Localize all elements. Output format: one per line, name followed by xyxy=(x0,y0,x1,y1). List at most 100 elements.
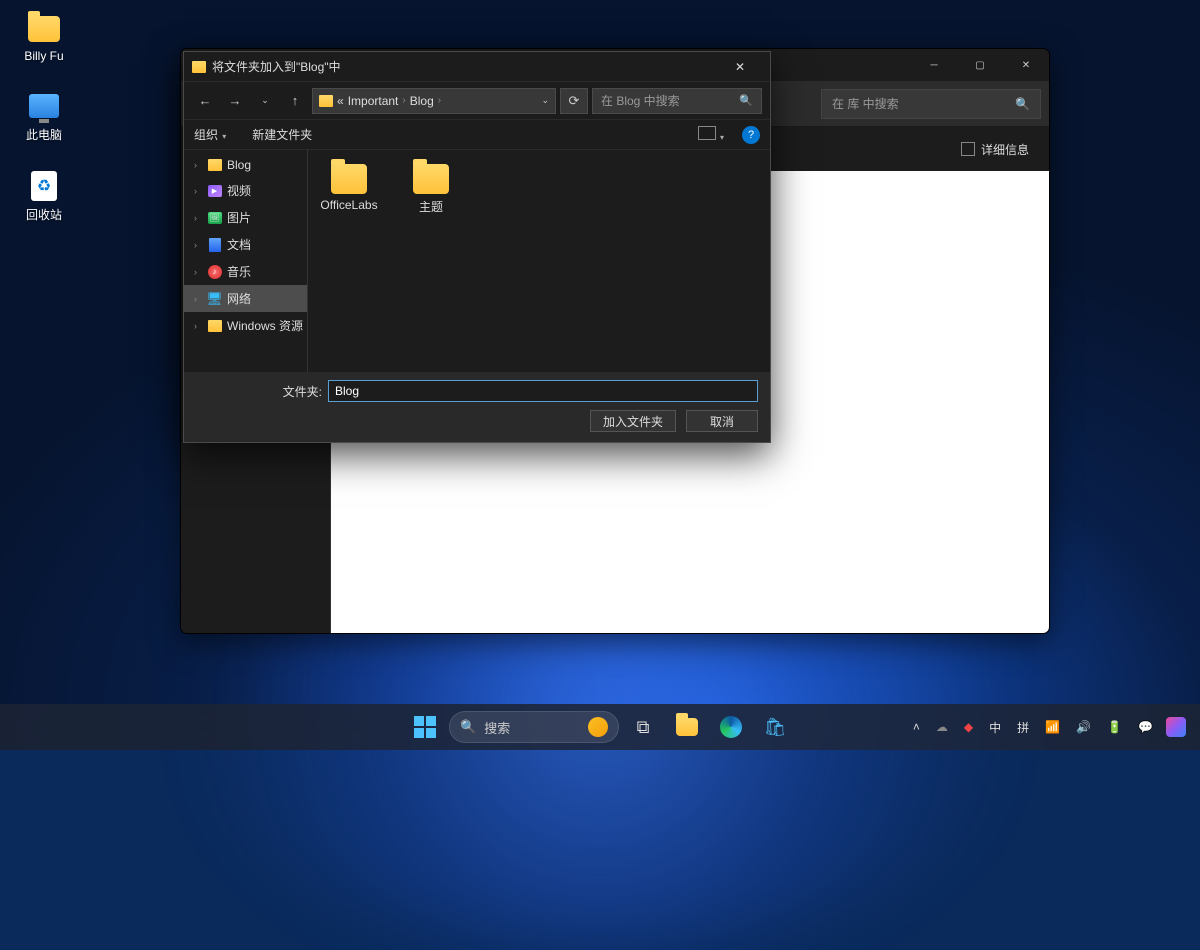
desktop-icon-label: Billy Fu xyxy=(24,49,63,63)
desktop-icon-recycle-bin[interactable]: 回收站 xyxy=(10,165,78,227)
pc-icon xyxy=(27,89,61,123)
close-button[interactable]: ✕ xyxy=(1003,49,1049,81)
start-button[interactable] xyxy=(405,707,445,747)
dialog-content-area[interactable]: OfficeLabs 主题 xyxy=(308,150,770,372)
video-icon: ▶ xyxy=(207,183,222,198)
folder-item-theme[interactable]: 主题 xyxy=(400,164,462,215)
folder-icon xyxy=(27,12,61,46)
cancel-button[interactable]: 取消 xyxy=(686,410,758,432)
music-icon: ♪ xyxy=(207,264,222,279)
folder-label: OfficeLabs xyxy=(320,198,377,212)
recycle-bin-icon xyxy=(27,169,61,203)
taskbar-app-edge[interactable] xyxy=(711,707,751,747)
folder-item-officelabs[interactable]: OfficeLabs xyxy=(318,164,380,212)
address-bar[interactable]: « Important › Blog › ⌄ xyxy=(312,88,556,114)
chevron-right-icon: › xyxy=(194,213,202,223)
onedrive-icon[interactable]: ☁ xyxy=(933,718,951,736)
nav-label: 文档 xyxy=(227,236,251,253)
dialog-close-button[interactable]: ✕ xyxy=(718,52,762,82)
battery-icon[interactable]: 🔋 xyxy=(1104,718,1125,736)
details-icon xyxy=(961,142,975,156)
nav-label: 音乐 xyxy=(227,263,251,280)
new-folder-button[interactable]: 新建文件夹 xyxy=(252,126,312,143)
explorer-search-input[interactable]: 在 库 中搜索 🔍 xyxy=(821,89,1041,119)
dialog-nav-item-videos[interactable]: ›▶视频 xyxy=(184,177,307,204)
notification-icon[interactable]: 💬 xyxy=(1135,718,1156,736)
dialog-nav-pane: › Blog ›▶视频 ›🖼图片 › 文档 › ♪ 音乐 ›🖥网络 ›Windows 资… xyxy=(184,150,308,372)
maximize-button[interactable]: ▢ xyxy=(957,49,1003,81)
desktop-icon-this-pc[interactable]: 此电脑 xyxy=(10,85,78,147)
folder-name-input[interactable] xyxy=(328,380,758,402)
store-icon: 🛍 xyxy=(763,715,787,739)
nav-recent-dropdown[interactable]: ⌄ xyxy=(252,88,278,114)
dialog-nav-item-pictures[interactable]: ›🖼图片 xyxy=(184,204,307,231)
nav-label: Blog xyxy=(227,158,251,172)
desktop-icon-label: 回收站 xyxy=(26,206,62,223)
chevron-right-icon: › xyxy=(194,160,202,170)
dialog-nav-item-music[interactable]: › ♪ 音乐 xyxy=(184,258,307,285)
breadcrumb-segment[interactable]: Blog xyxy=(410,94,434,108)
desktop-icon-label: 此电脑 xyxy=(26,126,62,143)
dialog-search-input[interactable]: 在 Blog 中搜索 🔍 xyxy=(592,88,762,114)
search-placeholder: 在 库 中搜索 xyxy=(832,95,899,112)
view-mode-button[interactable]: ▾ xyxy=(698,126,724,143)
help-button[interactable]: ? xyxy=(742,126,760,144)
taskbar-search[interactable]: 🔍 搜索 xyxy=(449,711,619,743)
search-placeholder: 搜索 xyxy=(484,718,510,737)
dialog-bottom-panel: 文件夹: 加入文件夹 取消 xyxy=(184,372,770,442)
nav-label: 图片 xyxy=(227,209,251,226)
details-view-button[interactable]: 详细信息 xyxy=(953,137,1037,162)
search-highlight-icon xyxy=(588,717,608,737)
chevron-right-icon: › xyxy=(194,267,202,277)
add-folder-button[interactable]: 加入文件夹 xyxy=(590,410,676,432)
chevron-down-icon: ▾ xyxy=(718,133,724,142)
tray-app-icon[interactable]: ◆ xyxy=(961,718,976,736)
taskbar: 🔍 搜索 ⧉ 🛍 ˄ ☁ ◆ 中 拼 📶 🔊 🔋 💬 xyxy=(0,704,1200,750)
folder-input-row: 文件夹: xyxy=(196,380,758,402)
dialog-nav-item-blog[interactable]: › Blog xyxy=(184,152,307,177)
chevron-right-icon: › xyxy=(194,240,202,250)
folder-picker-dialog: 将文件夹加入到"Blog"中 ✕ ← → ⌄ ↑ « Important › B… xyxy=(183,51,771,443)
folder-field-label: 文件夹: xyxy=(283,383,322,400)
taskbar-app-explorer[interactable] xyxy=(667,707,707,747)
breadcrumb-prefix: « xyxy=(337,94,344,108)
explorer-icon xyxy=(675,715,699,739)
task-view-button[interactable]: ⧉ xyxy=(623,707,663,747)
search-placeholder: 在 Blog 中搜索 xyxy=(601,92,680,109)
organize-button[interactable]: 组织 ▾ xyxy=(194,126,226,143)
breadcrumb-segment[interactable]: Important xyxy=(348,94,399,108)
folder-icon xyxy=(192,61,206,73)
nav-label: 网络 xyxy=(227,290,251,307)
chevron-down-icon: ▾ xyxy=(220,132,226,141)
taskbar-app-store[interactable]: 🛍 xyxy=(755,707,795,747)
dialog-body: › Blog ›▶视频 ›🖼图片 › 文档 › ♪ 音乐 ›🖥网络 ›Windows 资… xyxy=(184,150,770,372)
tray-overflow-button[interactable]: ˄ xyxy=(910,718,923,736)
nav-up-button[interactable]: ↑ xyxy=(282,88,308,114)
ime-language-indicator[interactable]: 中 xyxy=(986,717,1004,738)
nav-forward-button[interactable]: → xyxy=(222,88,248,114)
dialog-nav-item-network[interactable]: ›🖥网络 xyxy=(184,285,307,312)
search-icon: 🔍 xyxy=(1015,97,1030,111)
volume-icon[interactable]: 🔊 xyxy=(1073,718,1094,736)
copilot-icon[interactable] xyxy=(1166,717,1186,737)
dialog-toolbar: 组织 ▾ 新建文件夹 ▾ ? xyxy=(184,120,770,150)
search-icon: 🔍 xyxy=(460,719,476,735)
dialog-nav-item-winres[interactable]: ›Windows 资源 xyxy=(184,312,307,339)
dialog-titlebar[interactable]: 将文件夹加入到"Blog"中 ✕ xyxy=(184,52,770,82)
address-dropdown-icon[interactable]: ⌄ xyxy=(541,95,549,106)
nav-back-button[interactable]: ← xyxy=(192,88,218,114)
edge-icon xyxy=(720,716,742,738)
chevron-right-icon: › xyxy=(438,95,441,106)
folder-label: 主题 xyxy=(419,198,443,215)
refresh-button[interactable]: ⟳ xyxy=(560,88,588,114)
wifi-icon[interactable]: 📶 xyxy=(1042,718,1063,736)
dialog-nav-item-documents[interactable]: › 文档 xyxy=(184,231,307,258)
desktop-icon-user-folder[interactable]: Billy Fu xyxy=(10,8,78,67)
minimize-button[interactable]: ─ xyxy=(911,49,957,81)
chevron-right-icon: › xyxy=(194,294,202,304)
ime-mode-indicator[interactable]: 拼 xyxy=(1014,717,1032,738)
folder-icon xyxy=(319,95,333,107)
system-tray: ˄ ☁ ◆ 中 拼 📶 🔊 🔋 💬 xyxy=(910,717,1192,738)
folder-icon xyxy=(413,164,449,194)
task-view-icon: ⧉ xyxy=(631,715,655,739)
